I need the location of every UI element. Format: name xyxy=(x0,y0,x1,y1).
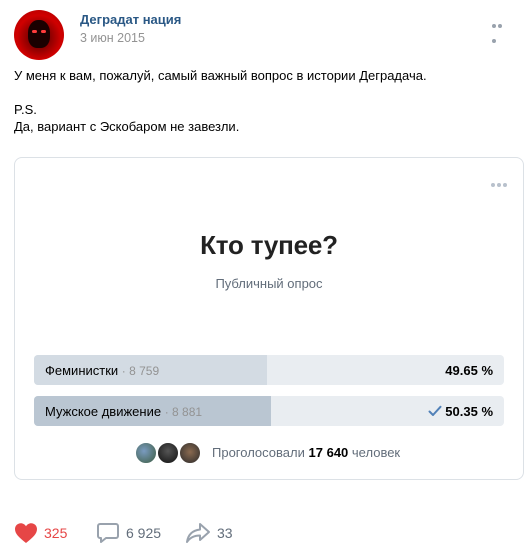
poll-menu-icon[interactable] xyxy=(489,175,507,190)
comment-button[interactable]: 6 925 xyxy=(96,520,161,546)
avatar-face xyxy=(28,20,50,48)
post-header: Деградат нация 3 июн 2015 xyxy=(14,10,514,60)
poll-answer-text: Феминистки xyxy=(45,363,119,378)
wall-post: Деградат нация 3 июн 2015 У меня к вам, … xyxy=(0,0,528,554)
poll-answer-percent: 50.35 % xyxy=(445,404,493,419)
voter-avatar xyxy=(156,441,180,465)
voters-suffix: человек xyxy=(351,445,401,460)
voters-prefix: Проголосовали xyxy=(212,445,305,460)
avatar-eye xyxy=(41,30,46,33)
share-button[interactable]: 33 xyxy=(185,520,233,546)
poll-answer-text: Мужское движение xyxy=(45,404,162,419)
poll-card: Кто тупее? Публичный опрос Феминистки · … xyxy=(14,157,524,480)
post-menu-icon[interactable] xyxy=(492,16,508,43)
post-text-line xyxy=(14,84,514,101)
avatar-eye xyxy=(32,30,37,33)
voters-count: 17 640 xyxy=(308,445,349,460)
author-name[interactable]: Деградат нация xyxy=(80,12,181,27)
voter-avatar xyxy=(134,441,158,465)
community-avatar[interactable] xyxy=(14,10,64,60)
share-count: 33 xyxy=(217,525,233,541)
poll-answer-count: · 8 759 xyxy=(121,364,160,378)
comment-icon xyxy=(97,523,119,543)
post-text: У меня к вам, пожалуй, самый важный вопр… xyxy=(14,67,514,135)
like-button[interactable]: 325 xyxy=(14,520,67,546)
post-text-line: Да, вариант с Эскобаром не завезли. xyxy=(14,119,240,134)
post-text-line: P.S. xyxy=(14,102,37,117)
post-actions: 325 6 925 33 xyxy=(14,520,414,546)
voters-count-text: Проголосовали 17 640 человек xyxy=(212,445,400,460)
share-icon xyxy=(186,523,210,543)
poll-answer-count: · 8 881 xyxy=(164,405,203,419)
post-date[interactable]: 3 июн 2015 xyxy=(80,31,145,45)
poll-answer[interactable]: Феминистки · 8 759 49.65 % xyxy=(34,355,504,385)
post-text-line: У меня к вам, пожалуй, самый важный вопр… xyxy=(14,68,427,83)
check-icon xyxy=(428,405,442,416)
voter-avatar xyxy=(178,441,202,465)
like-count: 325 xyxy=(44,525,68,541)
poll-subtitle: Публичный опрос xyxy=(215,276,323,291)
heart-icon xyxy=(15,523,37,543)
poll-answer-percent: 49.65 % xyxy=(445,363,493,378)
poll-voters[interactable]: Проголосовали 17 640 человек xyxy=(134,441,514,465)
poll-answer-label: Мужское движение · 8 881 xyxy=(45,404,202,419)
poll-answer-label: Феминистки · 8 759 xyxy=(45,363,159,378)
comment-count: 6 925 xyxy=(126,525,162,541)
poll-answer-voted[interactable]: Мужское движение · 8 881 50.35 % xyxy=(34,396,504,426)
poll-title: Кто тупее? xyxy=(200,230,338,260)
